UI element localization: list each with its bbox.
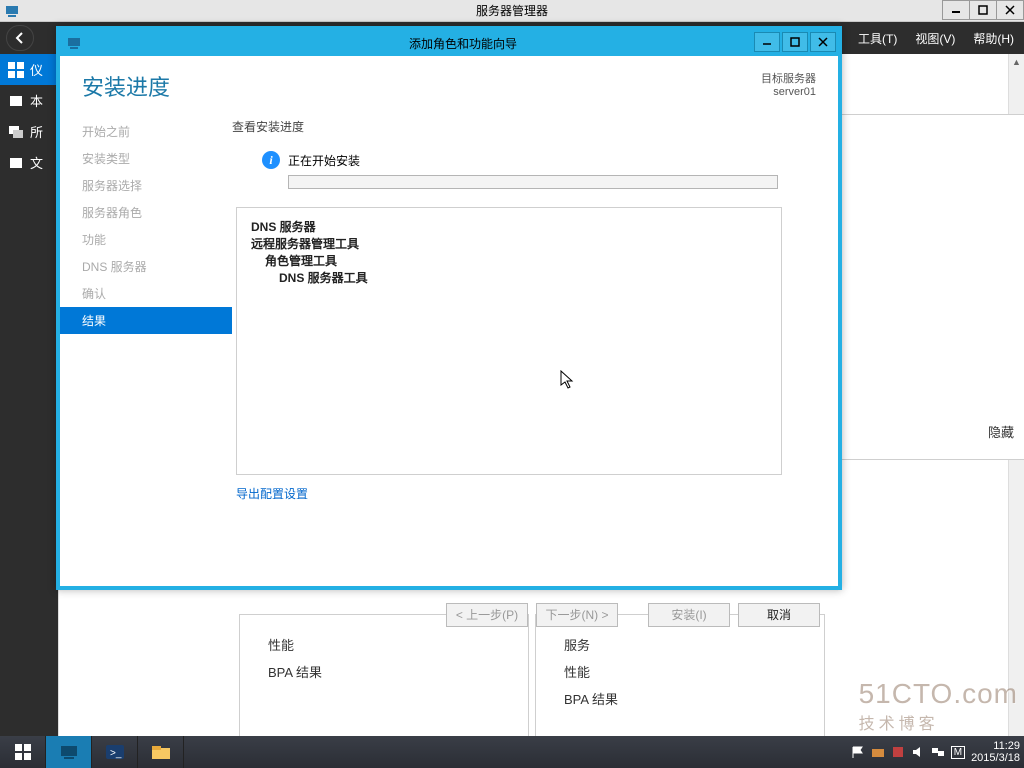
- server-manager-icon: [4, 3, 20, 19]
- sidebar-item-dashboard[interactable]: 仪: [0, 54, 58, 85]
- tray-flag-icon[interactable]: [851, 745, 865, 759]
- dashboard-icon: [8, 62, 24, 78]
- wizard-heading: 安装进度: [82, 70, 170, 102]
- wizard-footer: < 上一步(P) 下一步(N) > 安装(I) 取消: [60, 590, 838, 638]
- progress-bar: [288, 175, 778, 189]
- sidebar-item-local[interactable]: 本: [0, 85, 58, 116]
- wizard-steps: 开始之前 安装类型 服务器选择 服务器角色 功能 DNS 服务器 确认 结果: [60, 108, 232, 590]
- wizard-content: 查看安装进度 i 正在开始安装 DNS 服务器 远程服务器管理工具 角色管理工具…: [232, 108, 838, 590]
- server-icon: [8, 93, 24, 109]
- prev-button: < 上一步(P): [446, 603, 528, 627]
- tray-folder-icon[interactable]: [871, 745, 885, 759]
- wizard-target: 目标服务器 server01: [761, 70, 816, 102]
- install-button: 安装(I): [648, 603, 730, 627]
- step-serverselect: 服务器选择: [60, 172, 232, 199]
- tray-ime-icon[interactable]: M: [951, 746, 965, 759]
- wizard-title: 添加角色和功能向导: [88, 35, 838, 52]
- step-dns: DNS 服务器: [60, 253, 232, 280]
- outer-close-button[interactable]: [996, 0, 1024, 20]
- file-icon: [8, 155, 24, 171]
- sm-menu: 工具(T) 视图(V) 帮助(H): [858, 30, 1014, 47]
- wizard-subhead: 查看安装进度: [232, 118, 818, 135]
- wizard-minimize-button[interactable]: [754, 32, 780, 52]
- wizard-titlebar[interactable]: 添加角色和功能向导: [60, 30, 838, 56]
- next-button: 下一步(N) >: [536, 603, 618, 627]
- menu-view[interactable]: 视图(V): [915, 30, 955, 47]
- export-config-link[interactable]: 导出配置设置: [236, 485, 308, 502]
- outer-maximize-button[interactable]: [969, 0, 997, 20]
- menu-tools[interactable]: 工具(T): [858, 30, 897, 47]
- outer-title: 服务器管理器: [476, 2, 548, 19]
- wizard-maximize-button[interactable]: [782, 32, 808, 52]
- step-serverrole: 服务器角色: [60, 199, 232, 226]
- outer-minimize-button[interactable]: [942, 0, 970, 20]
- svg-text:>_: >_: [110, 748, 122, 759]
- wizard-dialog: 添加角色和功能向导 安装进度 目标服务器 server01 开始之前 安装类型 …: [56, 26, 842, 590]
- hide-link[interactable]: 隐藏: [988, 422, 1014, 441]
- step-before: 开始之前: [60, 118, 232, 145]
- feature-roleadmin: 角色管理工具: [265, 252, 767, 269]
- step-features: 功能: [60, 226, 232, 253]
- taskbar[interactable]: >_ M 11:29 2015/3/18: [0, 736, 1024, 768]
- taskbar-server-manager[interactable]: [46, 736, 92, 768]
- tile-perf2: 性能: [564, 662, 796, 681]
- taskbar-powershell[interactable]: >_: [92, 736, 138, 768]
- tile-top-right: 隐藏: [839, 114, 1024, 460]
- step-confirm: 确认: [60, 280, 232, 307]
- feature-dns-tools: DNS 服务器工具: [279, 269, 767, 286]
- cursor-icon: [560, 370, 576, 390]
- tile-bpa2: BPA 结果: [564, 689, 796, 708]
- tray-security-icon[interactable]: [891, 745, 905, 759]
- watermark: 51CTO.com 技术博客: [859, 678, 1018, 734]
- wizard-close-button[interactable]: [810, 32, 836, 52]
- tile-bpa: BPA 结果: [268, 662, 500, 681]
- taskbar-explorer[interactable]: [138, 736, 184, 768]
- tray-volume-icon[interactable]: [911, 745, 925, 759]
- feature-dns: DNS 服务器: [251, 218, 767, 235]
- start-button[interactable]: [0, 736, 46, 768]
- system-tray[interactable]: M 11:29 2015/3/18: [851, 740, 1020, 764]
- menu-help[interactable]: 帮助(H): [973, 30, 1014, 47]
- scroll-up-icon[interactable]: ▲: [1009, 54, 1024, 70]
- sidebar-item-file[interactable]: 文: [0, 147, 58, 178]
- sidebar-item-all[interactable]: 所: [0, 116, 58, 147]
- info-icon: i: [262, 151, 280, 169]
- wizard-icon: [66, 35, 82, 51]
- outer-titlebar: 服务器管理器: [0, 0, 1024, 22]
- step-results[interactable]: 结果: [60, 307, 232, 334]
- tray-network-icon[interactable]: [931, 745, 945, 759]
- tray-clock[interactable]: 11:29 2015/3/18: [971, 740, 1020, 764]
- servers-icon: [8, 124, 24, 140]
- step-installtype: 安装类型: [60, 145, 232, 172]
- feature-rsat: 远程服务器管理工具: [251, 235, 767, 252]
- feature-list: DNS 服务器 远程服务器管理工具 角色管理工具 DNS 服务器工具: [236, 207, 782, 475]
- sm-sidebar: 仪 本 所 文: [0, 54, 58, 768]
- back-button[interactable]: [6, 25, 34, 51]
- cancel-button[interactable]: 取消: [738, 603, 820, 627]
- install-status: 正在开始安装: [288, 152, 360, 169]
